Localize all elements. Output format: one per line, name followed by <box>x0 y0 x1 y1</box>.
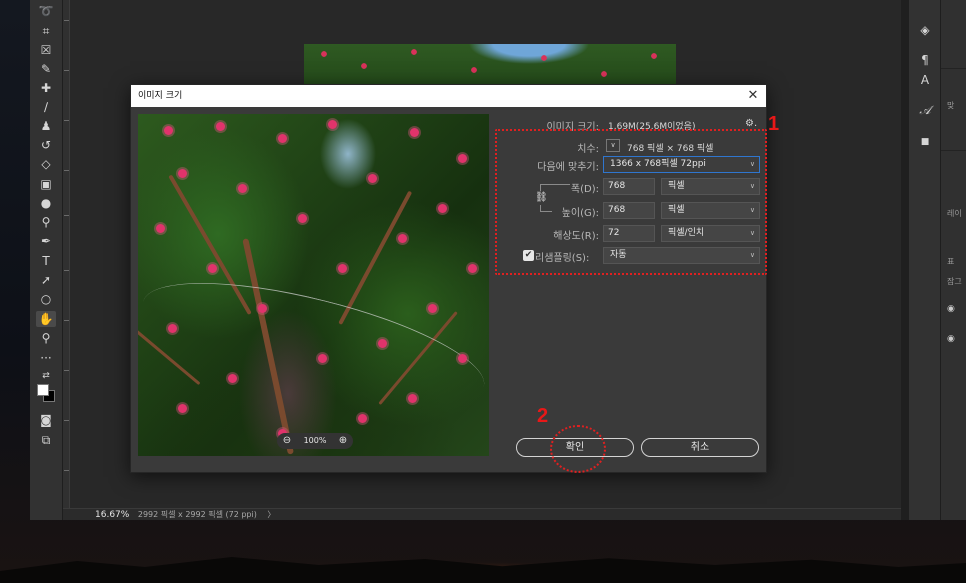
annotation-circle-2 <box>550 425 606 473</box>
zoom-icon[interactable]: ⚲ <box>36 330 56 346</box>
tools-panel: ➰ ⌗ ☒ ✎ ✚ ∕ ♟ ↺ ◇ ▣ ● ⚲ ✒ T ➚ ○ ✋ ⚲ ··· … <box>30 0 63 520</box>
blur-icon[interactable]: ● <box>36 195 56 211</box>
panel-divider <box>901 0 909 520</box>
libraries-icon[interactable]: ■ <box>915 134 935 150</box>
zoom-out-icon[interactable]: ⊖ <box>279 433 295 449</box>
panel-icon-strip: ◈ ¶ A 𝒜 ■ <box>909 0 941 520</box>
more-tools-icon[interactable]: ··· <box>36 350 56 366</box>
ellipse-icon[interactable]: ○ <box>36 291 56 307</box>
cancel-button[interactable]: 취소 <box>641 438 759 457</box>
annotation-marker-2: 2 <box>537 405 549 427</box>
side-label-1: 맞 <box>947 101 955 110</box>
close-icon[interactable]: ✕ <box>746 85 760 107</box>
zoom-in-icon[interactable]: ⊕ <box>335 433 351 449</box>
document-info: 2992 픽셀 x 2992 픽셀 (72 ppi) <box>137 510 257 519</box>
lasso-icon[interactable]: ➰ <box>36 3 56 19</box>
screen-mode-icon[interactable]: ⧉ <box>36 432 56 448</box>
dialog-titlebar: 이미지 크기 ✕ <box>131 85 766 107</box>
swap-colors-icon[interactable]: ⇄ <box>36 368 56 384</box>
vertical-ruler <box>63 0 70 508</box>
preview-zoom-value: 100% <box>303 436 327 445</box>
color-sampler-icon[interactable]: ◈ <box>915 22 935 38</box>
glyphs-icon[interactable]: 𝒜 <box>915 102 935 118</box>
dodge-icon[interactable]: ⚲ <box>36 214 56 230</box>
hand-icon[interactable]: ✋ <box>36 311 56 327</box>
preview-zoom-control: ⊖ 100% ⊕ <box>277 433 353 449</box>
healing-brush-icon[interactable]: ✚ <box>36 80 56 96</box>
side-panel: 맞 레이 표 잠그 ◉ ◉ <box>941 0 966 520</box>
lock-label: 잠그 <box>947 277 962 286</box>
dialog-title: 이미지 크기 <box>138 91 183 101</box>
pen-icon[interactable]: ✒ <box>36 233 56 249</box>
visibility-eye-icon[interactable]: ◉ <box>947 304 955 314</box>
clone-stamp-icon[interactable]: ♟ <box>36 118 56 134</box>
visibility-eye-icon[interactable]: ◉ <box>947 334 955 344</box>
status-bar: 16.67% 2992 픽셀 x 2992 픽셀 (72 ppi) 〉 <box>63 508 901 520</box>
paragraph-icon[interactable]: ¶ <box>915 52 935 68</box>
crop-icon[interactable]: ⌗ <box>36 23 56 39</box>
eyedropper-icon[interactable]: ✎ <box>36 61 56 77</box>
path-selection-icon[interactable]: ➚ <box>36 272 56 288</box>
character-icon[interactable]: A <box>915 72 935 88</box>
document-image <box>304 44 676 86</box>
color-swatches-icon[interactable] <box>37 384 56 403</box>
zoom-level[interactable]: 16.67% <box>95 510 129 520</box>
image-size-dialog: 이미지 크기 ✕ ⊖ 100% ⊕ 이미지 크기: 1.69M(25.6M이었음… <box>130 84 779 473</box>
annotation-marker-1: 1 <box>768 113 780 135</box>
layers-tab-label[interactable]: 레이 <box>947 208 962 219</box>
gradient-icon[interactable]: ▣ <box>36 176 56 192</box>
brush-icon[interactable]: ∕ <box>36 99 56 115</box>
annotation-box-1 <box>495 129 767 275</box>
side-label-3: 표 <box>947 257 955 266</box>
frame-icon[interactable]: ☒ <box>36 42 56 58</box>
type-icon[interactable]: T <box>36 253 56 269</box>
quick-mask-icon[interactable]: ◙ <box>36 412 56 428</box>
settings-gear-icon[interactable]: ⚙. <box>745 118 757 129</box>
eraser-icon[interactable]: ◇ <box>36 156 56 172</box>
status-arrow-icon[interactable]: 〉 <box>267 510 275 519</box>
history-brush-icon[interactable]: ↺ <box>36 137 56 153</box>
image-preview[interactable]: ⊖ 100% ⊕ <box>138 114 489 456</box>
